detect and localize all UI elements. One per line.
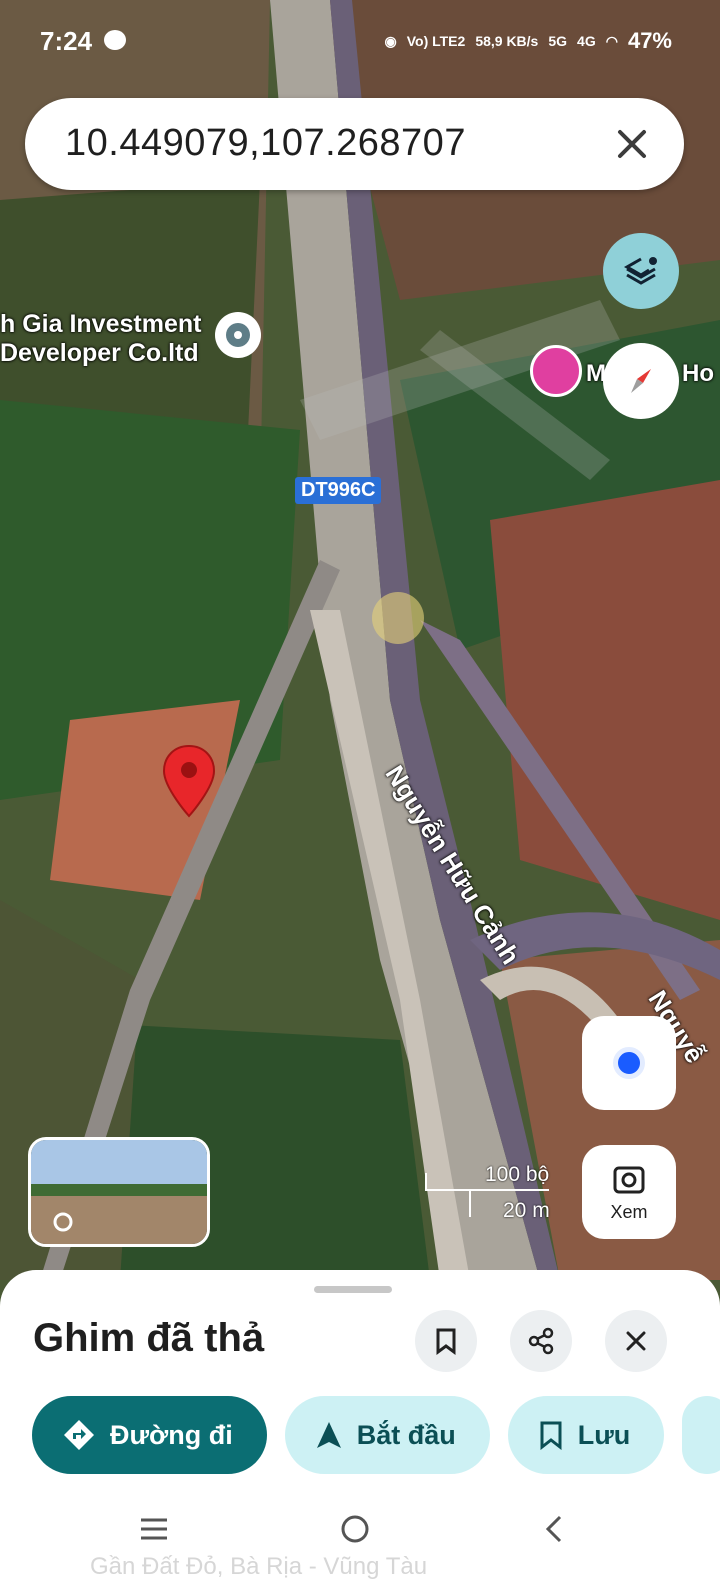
share-button[interactable] <box>510 1310 572 1372</box>
more-chip[interactable] <box>682 1396 720 1474</box>
directions-button[interactable]: Đường đi <box>32 1396 267 1474</box>
action-chips: Đường đi Bắt đầu Lưu <box>32 1396 720 1474</box>
share-icon <box>528 1327 554 1355</box>
home-icon[interactable] <box>340 1514 370 1544</box>
save-bookmark-button[interactable] <box>415 1310 477 1372</box>
directions-label: Đường đi <box>110 1419 233 1450</box>
layers-icon <box>623 257 657 285</box>
road-shield: DT996C <box>295 477 382 504</box>
search-bar[interactable]: 10.449079,107.268707 <box>25 98 684 190</box>
directions-icon <box>64 1420 94 1450</box>
close-icon <box>626 1331 646 1351</box>
place-sheet[interactable]: Ghim đã thả Đường đi Bắt đầu Lưu Gần Đất… <box>0 1270 720 1595</box>
signal-4g: 4G <box>577 33 596 49</box>
layers-button[interactable] <box>603 233 679 309</box>
status-bar: 7:24 ◉ Vo) LTE2 58,9 KB/s 5G 4G ◠ 47% <box>0 0 720 80</box>
lens-view-label: Xem <box>610 1201 648 1222</box>
bookmark-icon <box>436 1328 456 1355</box>
camera-lens-icon <box>613 1166 645 1193</box>
bookmark-icon <box>540 1421 562 1450</box>
signal-5g: 5G <box>548 33 568 49</box>
battery-percent: 47% <box>627 28 672 53</box>
compass-icon <box>631 369 651 393</box>
place-marker-icon[interactable] <box>215 312 261 358</box>
clear-search-icon[interactable] <box>610 122 654 166</box>
my-location-icon <box>613 1047 645 1079</box>
place-label[interactable]: h Gia Investment Developer Co.ltd <box>0 310 201 368</box>
message-icon <box>104 30 126 50</box>
start-button[interactable]: Bắt đầu <box>284 1396 490 1474</box>
data-speed: 58,9 KB/s <box>475 33 539 49</box>
street-view-thumbnail[interactable] <box>28 1137 210 1247</box>
place-label-line2: Developer Co.ltd <box>0 339 199 367</box>
save-button[interactable]: Lưu <box>507 1396 665 1474</box>
network-label: Vo) LTE2 <box>406 33 466 49</box>
compass-button[interactable] <box>603 343 679 419</box>
lens-view-button[interactable]: Xem <box>582 1145 676 1239</box>
location-icon: ◉ <box>384 32 397 49</box>
navigation-arrow-icon <box>316 1422 341 1448</box>
sheet-drag-handle[interactable] <box>314 1286 392 1293</box>
start-label: Bắt đầu <box>356 1419 456 1450</box>
my-location-button[interactable] <box>582 1016 676 1110</box>
back-icon[interactable] <box>542 1514 566 1544</box>
map-scale: 100 bộ 20 m <box>425 1163 555 1223</box>
search-query[interactable]: 10.449079,107.268707 <box>65 122 466 165</box>
poi-marker-icon[interactable] <box>530 345 582 397</box>
scale-top: 100 bộ <box>485 1163 550 1186</box>
wifi-icon: ◠ <box>605 32 618 49</box>
poi-label-right: Ho <box>682 360 714 387</box>
recent-apps-icon[interactable] <box>138 1514 170 1544</box>
status-time: 7:24 <box>40 26 93 56</box>
close-sheet-button[interactable] <box>605 1310 667 1372</box>
save-label: Lưu <box>577 1419 631 1450</box>
place-label-line1: h Gia Investment <box>0 310 202 338</box>
scale-bottom: 20 m <box>503 1199 550 1222</box>
system-nav-bar <box>0 1500 720 1560</box>
sheet-title: Ghim đã thả <box>33 1316 265 1360</box>
